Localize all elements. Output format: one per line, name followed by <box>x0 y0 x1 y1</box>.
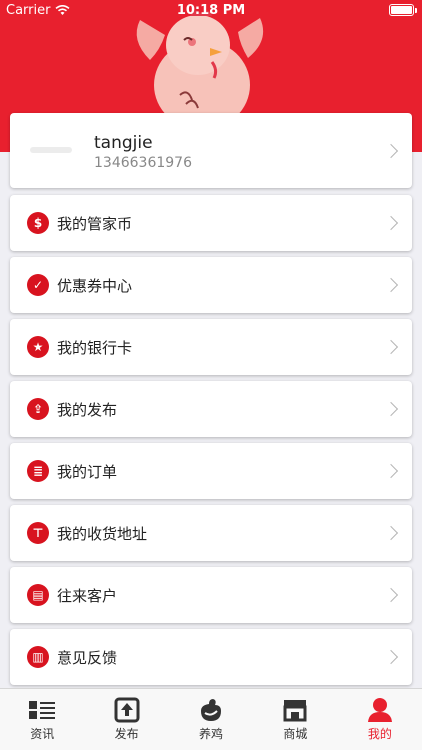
chicken-icon <box>196 697 226 723</box>
tab-label: 发布 <box>114 727 139 741</box>
tab-publish[interactable]: 发布 <box>84 689 168 750</box>
tab-bar: 资讯 发布 养鸡 商城 我的 <box>0 688 422 750</box>
menu-item-label: 我的订单 <box>57 463 118 481</box>
publish-upload-icon <box>112 697 142 723</box>
tab-raise-chicken[interactable]: 养鸡 <box>169 689 253 750</box>
menu-item-label: 我的管家币 <box>57 215 133 233</box>
tab-news[interactable]: 资讯 <box>0 689 84 750</box>
coupon-icon: ✓ <box>27 274 49 296</box>
menu-item-publish[interactable]: ⇪ 我的发布 <box>10 381 412 437</box>
tab-label: 我的 <box>367 727 392 741</box>
chevron-right-icon <box>383 339 399 355</box>
menu-item-orders[interactable]: ≣ 我的订单 <box>10 443 412 499</box>
menu-item-label: 我的收货地址 <box>57 525 148 543</box>
chevron-right-icon <box>383 143 399 158</box>
tab-mine[interactable]: 我的 <box>338 689 422 750</box>
battery-icon <box>389 4 417 16</box>
chevron-right-icon <box>383 215 399 231</box>
news-list-icon <box>27 697 57 723</box>
status-bar: Carrier 10:18 PM <box>0 0 422 20</box>
customer-doc-icon: ▤ <box>27 584 49 606</box>
menu-item-customers[interactable]: ▤ 往来客户 <box>10 567 412 623</box>
menu-item-feedback[interactable]: ▥ 意见反馈 <box>10 629 412 685</box>
chevron-right-icon <box>383 649 399 665</box>
menu-item-bank-card[interactable]: ★ 我的银行卡 <box>10 319 412 375</box>
menu-item-label: 往来客户 <box>57 587 118 605</box>
publish-icon: ⇪ <box>27 398 49 420</box>
dollar-icon: $ <box>27 212 49 234</box>
star-icon: ★ <box>27 336 49 358</box>
tab-store[interactable]: 商城 <box>253 689 337 750</box>
chevron-right-icon <box>383 587 399 603</box>
menu-item-coupons[interactable]: ✓ 优惠券中心 <box>10 257 412 313</box>
menu-item-address[interactable]: ⊤ 我的收货地址 <box>10 505 412 561</box>
tab-label: 资讯 <box>30 727 55 741</box>
profile-username: tangjie <box>94 133 153 153</box>
menu-item-label: 优惠券中心 <box>57 277 133 295</box>
avatar <box>30 147 72 153</box>
feedback-clipboard-icon: ▥ <box>27 646 49 668</box>
status-time: 10:18 PM <box>176 3 246 18</box>
chevron-right-icon <box>383 525 399 541</box>
profile-phone: 13466361976 <box>94 155 192 171</box>
menu-item-label: 我的银行卡 <box>57 339 133 357</box>
chevron-right-icon <box>383 401 399 417</box>
menu-item-coins[interactable]: $ 我的管家币 <box>10 195 412 251</box>
address-sign-icon: ⊤ <box>27 522 49 544</box>
order-icon: ≣ <box>27 460 49 482</box>
profile-card[interactable]: tangjie 13466361976 <box>10 113 412 188</box>
tab-label: 商城 <box>283 727 308 741</box>
menu-item-label: 我的发布 <box>57 401 118 419</box>
store-icon <box>280 697 310 723</box>
profile-person-icon <box>365 697 395 723</box>
menu-item-label: 意见反馈 <box>57 649 118 667</box>
chevron-right-icon <box>383 463 399 479</box>
chevron-right-icon <box>383 277 399 293</box>
tab-label: 养鸡 <box>199 727 224 741</box>
